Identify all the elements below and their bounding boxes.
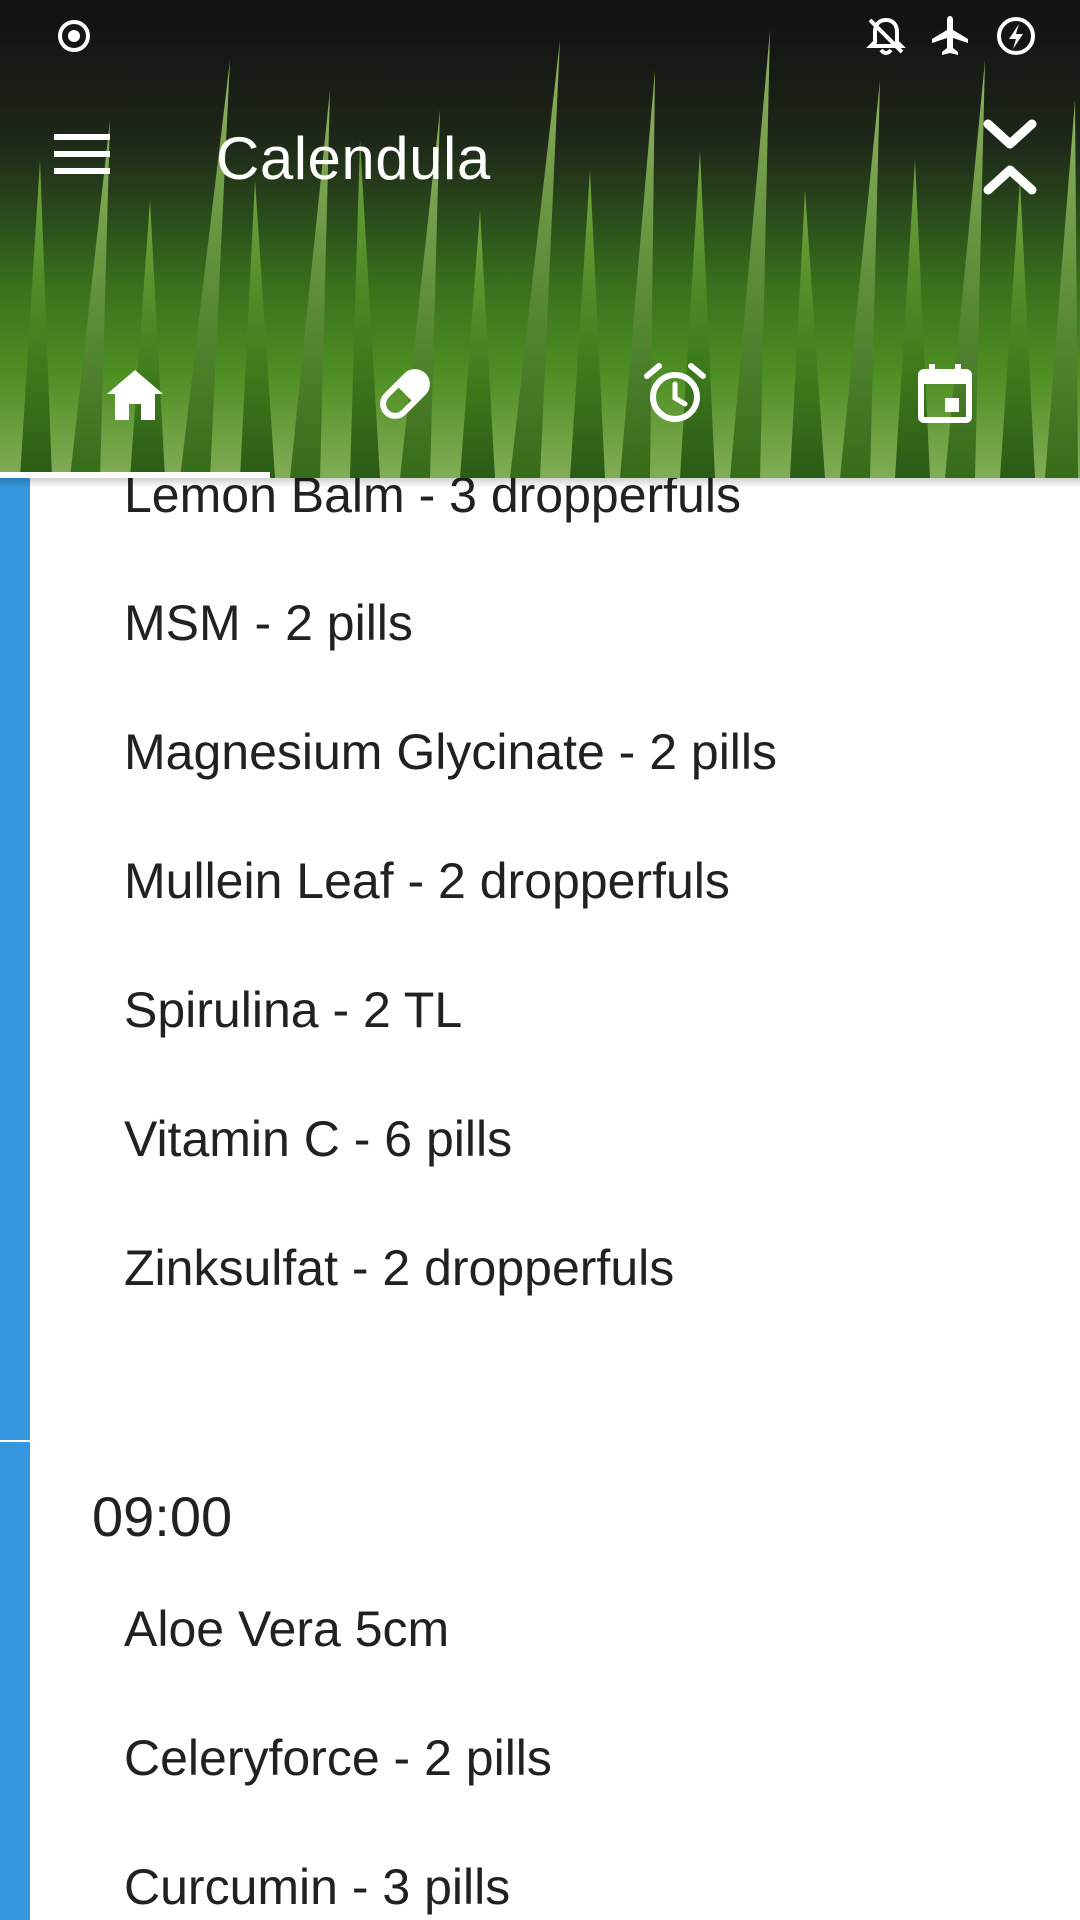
menu-button[interactable] [40, 120, 128, 192]
calendar-icon [918, 364, 972, 423]
list-item[interactable]: MSM - 2 pills [124, 594, 413, 652]
list-item[interactable]: Mullein Leaf - 2 dropperfuls [124, 852, 730, 910]
list-item[interactable]: Magnesium Glycinate - 2 pills [124, 723, 777, 781]
list-item[interactable]: Aloe Vera 5cm [124, 1600, 449, 1658]
tab-calendar[interactable] [810, 340, 1080, 478]
tab-home[interactable] [0, 340, 270, 478]
list-item[interactable]: Celeryforce - 2 pills [124, 1729, 552, 1787]
list-item[interactable]: Zinksulfat - 2 dropperfuls [124, 1239, 674, 1297]
location-dot-icon [50, 12, 98, 60]
home-icon [107, 370, 163, 420]
notifications-off-icon [862, 12, 910, 60]
battery-charging-icon [992, 12, 1040, 60]
list-item[interactable]: Spirulina - 2 TL [124, 981, 462, 1039]
header-shadow [0, 478, 1080, 488]
pill-icon [380, 369, 430, 419]
hamburger-menu-icon [54, 134, 110, 174]
app-title: Calendula [216, 125, 491, 192]
schedule-group-accent [0, 478, 30, 1440]
unfold-less-icon [983, 119, 1037, 195]
schedule-group-accent [0, 1442, 30, 1920]
status-bar [0, 0, 1080, 72]
list-item[interactable]: Curcumin - 3 pills [124, 1858, 510, 1916]
list-item[interactable]: Vitamin C - 6 pills [124, 1110, 512, 1168]
airplane-mode-icon [926, 12, 974, 60]
toolbar: Calendula [0, 96, 1080, 216]
tab-bar [0, 340, 1080, 478]
tab-routines[interactable] [540, 340, 810, 478]
time-group-header: 09:00 [92, 1485, 233, 1548]
alarm-clock-icon [644, 363, 706, 422]
daily-schedule-list[interactable]: Lemon Balm - 3 dropperfuls MSM - 2 pills… [0, 478, 1080, 1920]
app-header: Calendula [0, 0, 1080, 478]
tab-medicines[interactable] [270, 340, 540, 478]
expand-collapse-button[interactable] [970, 112, 1050, 200]
